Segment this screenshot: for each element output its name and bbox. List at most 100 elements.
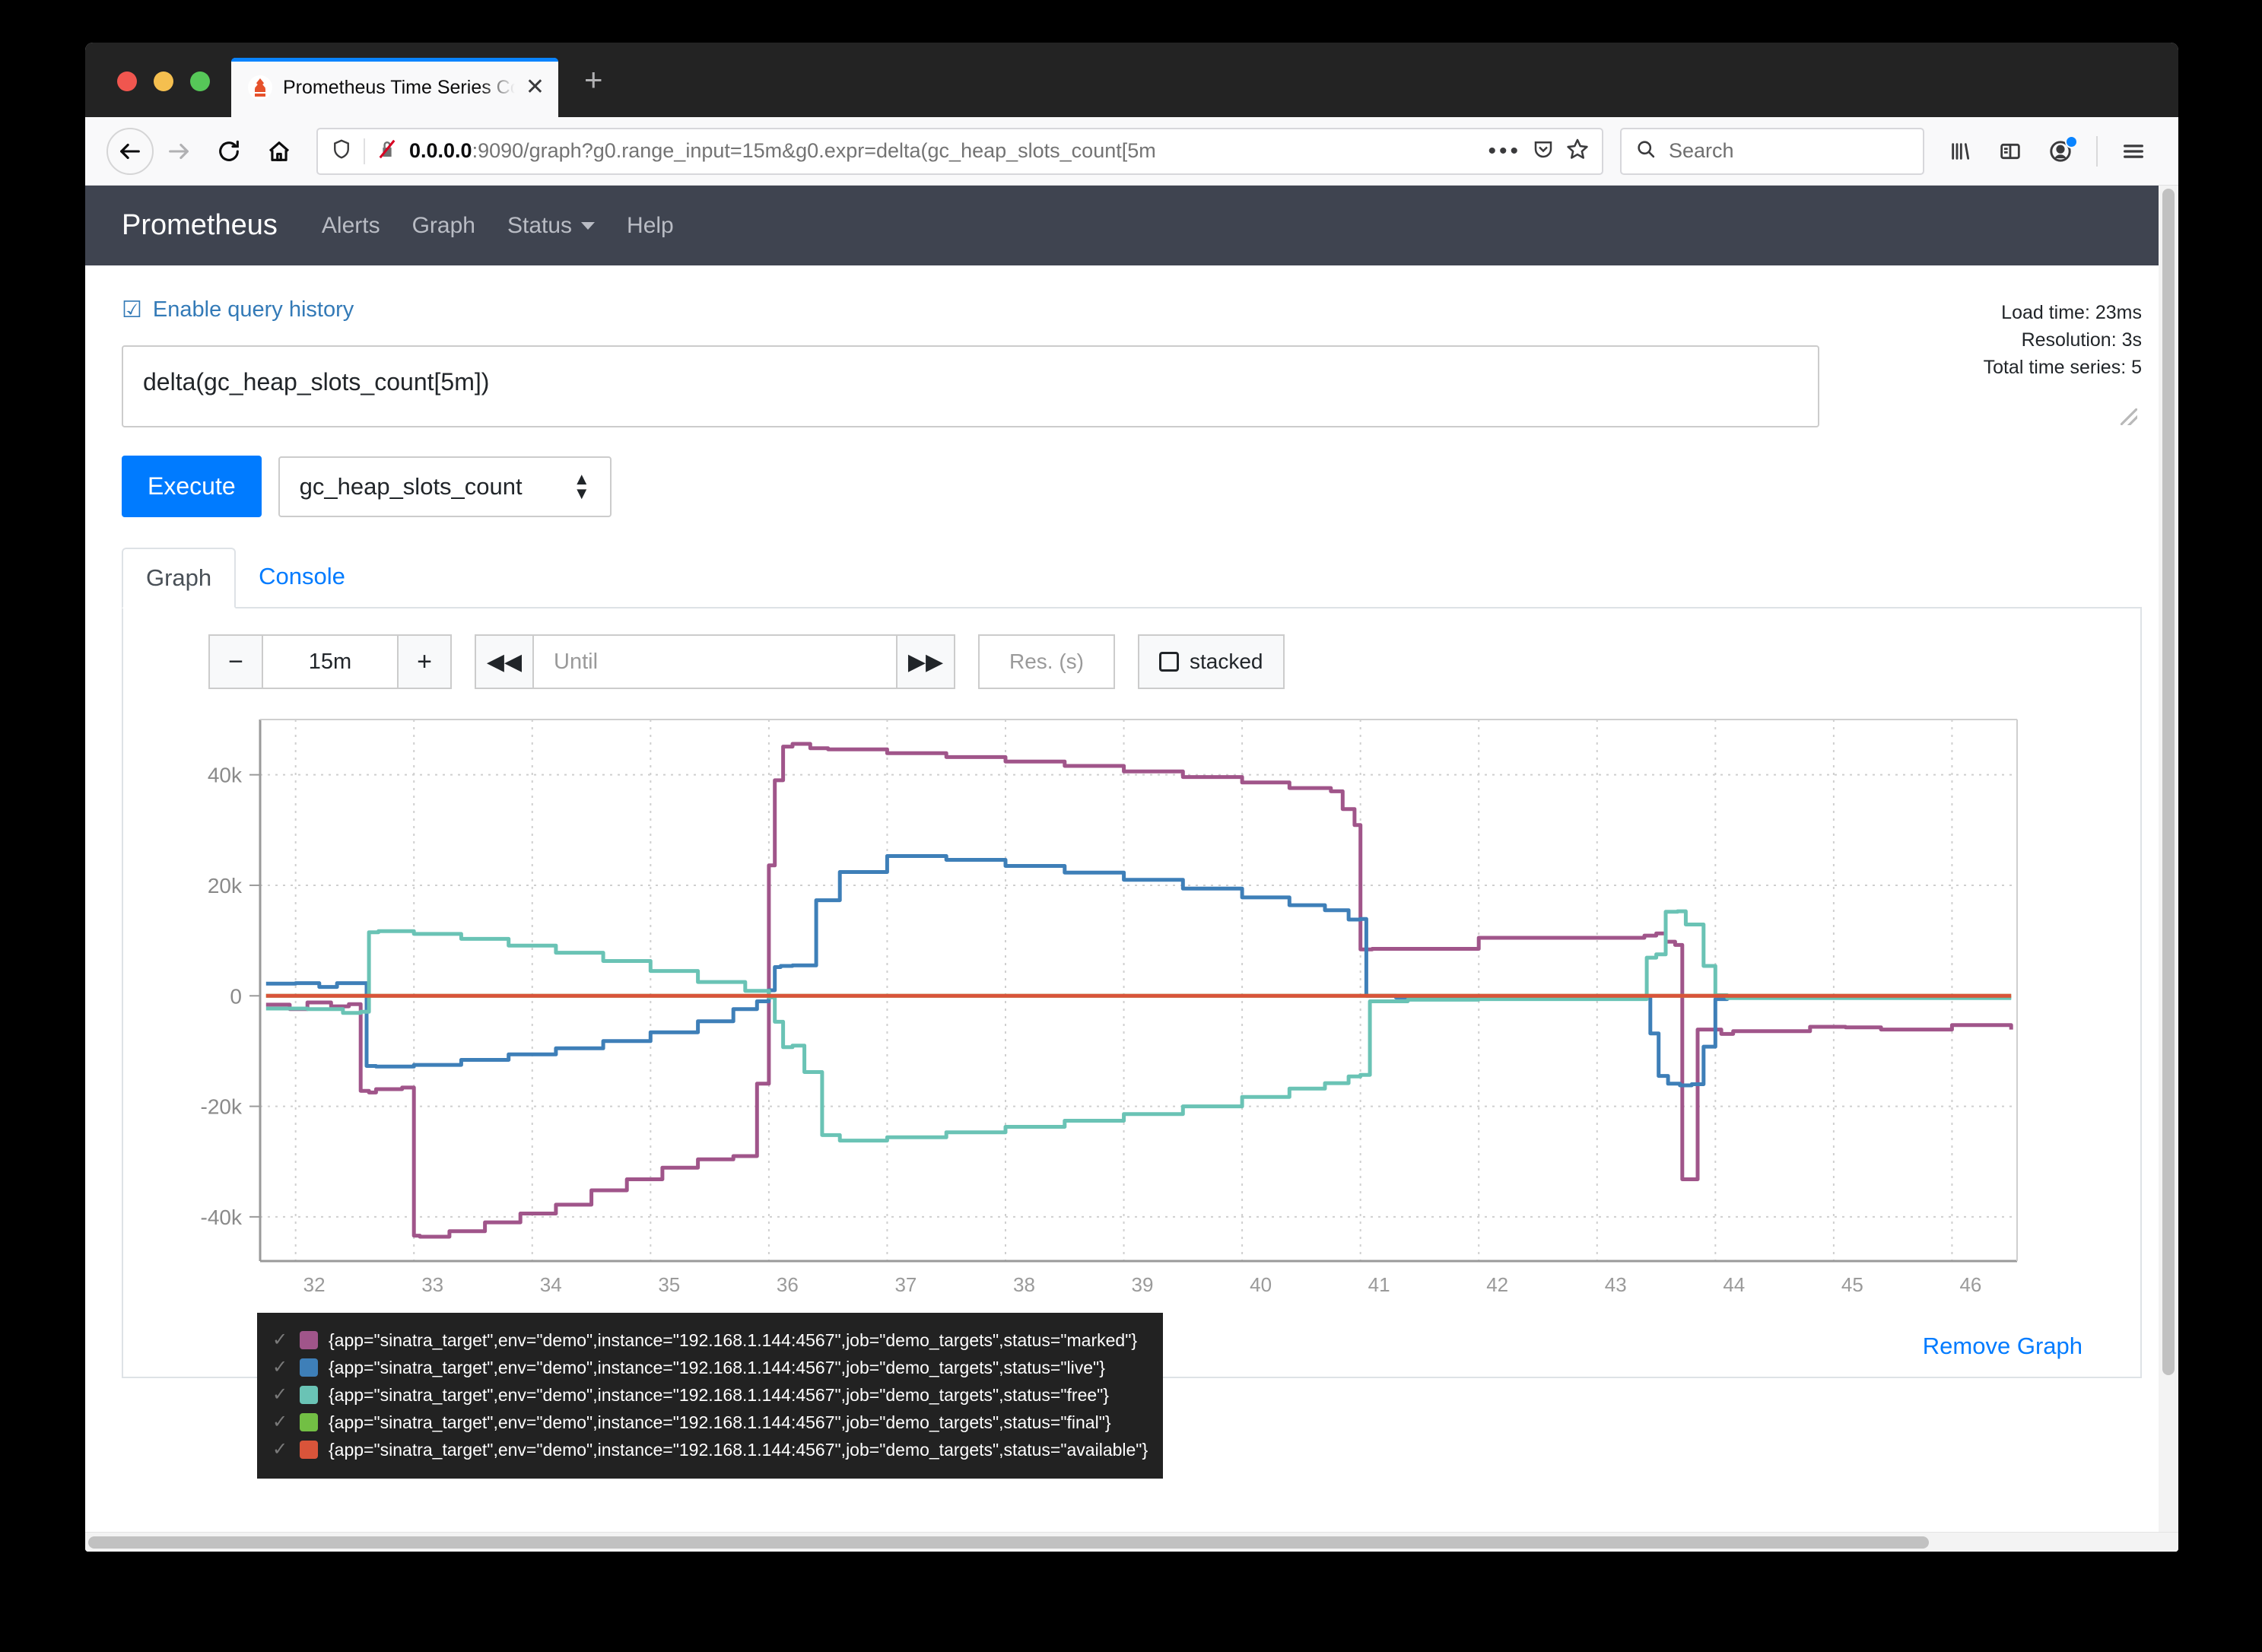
checkbox-unchecked-icon [1159,652,1179,672]
query-history-label: Enable query history [152,297,354,322]
search-icon [1635,138,1657,164]
brand-logo[interactable]: Prometheus [122,209,278,242]
until-input[interactable]: Until [532,634,897,689]
stacked-control: stacked [1138,634,1285,689]
library-icon[interactable] [1936,128,1984,175]
broken-lock-icon[interactable] [376,138,399,164]
nav-item-help[interactable]: Help [627,213,674,239]
x-axis-tick-label: 35 [658,1273,680,1296]
browser-tab[interactable]: Prometheus Time Series Collec ✕ [231,58,558,117]
select-spinner-icon: ▲ ▼ [573,469,590,503]
search-bar[interactable]: Search [1620,127,1924,175]
chevron-down-icon [581,221,596,230]
legend-color-swatch [300,1331,318,1349]
home-icon[interactable] [254,126,304,176]
checkbox-checked-icon[interactable]: ☑ [122,298,142,322]
x-axis-tick-label: 41 [1368,1273,1390,1296]
load-time: Load time: 23ms [2001,302,2142,323]
address-bar[interactable]: 0.0.0.0:9090/graph?g0.range_input=15m&g0… [316,127,1603,175]
hamburger-menu-icon[interactable] [2110,128,2157,175]
horizontal-scrollbar[interactable] [85,1532,2178,1552]
star-icon[interactable] [1565,137,1590,165]
execute-button[interactable]: Execute [122,456,262,517]
query-history-toggle[interactable]: ☑ Enable query history [122,297,2142,322]
maximize-window-button[interactable] [190,71,210,91]
step-forward-button[interactable]: ▶▶ [896,634,955,689]
y-axis-tick-label: 40k [208,764,243,787]
time-series-chart[interactable]: 32 33 34 35 36 37 38 39 40 41 42 43 44 45 46 -40k -20k 0 2… [145,712,2031,1320]
graph-panel: − 15m + ◀◀ Until ▶▶ Res. (s) stacked 32 … [122,608,2142,1479]
x-axis-tick-label: 43 [1605,1273,1627,1296]
remove-graph-link[interactable]: Remove Graph [1923,1333,2083,1359]
time-control: ◀◀ Until ▶▶ [475,634,955,689]
nav-item-alerts[interactable]: Alerts [322,213,380,239]
range-increase-button[interactable]: + [397,634,452,689]
resolution-control: Res. (s) [978,634,1115,689]
nav-label: Alerts [321,212,380,238]
ellipsis-icon[interactable]: ••• [1488,139,1521,162]
x-axis-tick-label: 44 [1723,1273,1745,1296]
expression-input[interactable] [122,345,1819,427]
x-axis-tick-label: 46 [1959,1273,1981,1296]
legend-item-free[interactable]: ✓ {app="sinatra_target",env="demo",instan… [272,1381,1148,1409]
stacked-toggle[interactable]: stacked [1138,634,1285,689]
x-axis-tick-label: 37 [894,1273,917,1296]
tab-strip: Prometheus Time Series Collec ✕ + [85,43,2178,117]
toolbar-divider [2096,135,2098,167]
search-input-placeholder[interactable]: Search [1669,139,1734,163]
range-input[interactable]: 15m [262,634,399,689]
legend-item-available[interactable]: ✓ {app="sinatra_target",env="demo",instan… [272,1436,1148,1463]
close-tab-icon[interactable]: ✕ [526,76,545,99]
nav-label: Graph [411,212,475,238]
x-axis-tick-label: 40 [1250,1273,1272,1296]
legend-label: {app="sinatra_target",env="demo",instanc… [329,1439,1148,1460]
execute-row: Execute gc_heap_slots_count ▲ ▼ [122,456,2142,517]
legend-check-icon: ✓ [272,1412,288,1432]
shield-icon[interactable] [330,138,353,164]
url-path: :9090/graph?g0.range_input=15m&g0.expr=d… [472,139,1156,162]
toolbar-end [1924,128,2157,175]
nav-item-graph[interactable]: Graph [412,213,475,239]
legend-check-icon: ✓ [272,1357,288,1377]
prometheus-favicon-icon [248,75,272,100]
vertical-scrollbar[interactable] [2159,186,2178,1532]
tab-title: Prometheus Time Series Collec [283,76,515,98]
reload-icon[interactable] [204,126,254,176]
y-axis-tick-label: 0 [230,984,242,1008]
resolution-input[interactable]: Res. (s) [978,634,1115,689]
minimize-window-button[interactable] [154,71,173,91]
legend-check-icon: ✓ [272,1330,288,1350]
step-backward-button[interactable]: ◀◀ [475,634,534,689]
resize-handle[interactable] [2121,408,2137,425]
legend-item-marked[interactable]: ✓ {app="sinatra_target",env="demo",instan… [272,1326,1148,1354]
legend-item-live[interactable]: ✓ {app="sinatra_target",env="demo",instan… [272,1354,1148,1381]
legend-color-swatch [300,1413,318,1431]
query-stats: Load time: 23ms Resolution: 3s Total tim… [1984,299,2142,381]
browser-window: Prometheus Time Series Collec ✕ + 0.0.0.… [85,43,2178,1552]
x-axis-tick-label: 34 [540,1273,562,1296]
sidebar-icon[interactable] [1987,128,2034,175]
tab-console[interactable]: Console [236,548,368,608]
metric-select-value: gc_heap_slots_count [299,472,523,500]
new-tab-button[interactable]: + [558,64,629,117]
nav-label: Status [507,212,573,238]
legend-item-final[interactable]: ✓ {app="sinatra_target",env="demo",instan… [272,1409,1148,1436]
url-text[interactable]: 0.0.0.0:9090/graph?g0.range_input=15m&g0… [409,139,1477,163]
account-icon[interactable] [2037,128,2084,175]
x-axis-tick-label: 45 [1841,1273,1863,1296]
nav-item-status[interactable]: Status [507,212,596,239]
legend-color-swatch [300,1358,318,1377]
forward-arrow-icon [154,126,204,176]
back-arrow-icon[interactable] [106,127,154,175]
close-window-button[interactable] [117,71,137,91]
pocket-icon[interactable] [1532,138,1555,164]
tab-graph[interactable]: Graph [122,548,237,608]
range-decrease-button[interactable]: − [208,634,263,689]
x-axis-tick-label: 36 [777,1273,799,1296]
page-content: Prometheus Alerts Graph Status Help ☑ En… [85,186,2178,1552]
vertical-scrollbar-thumb[interactable] [2162,189,2175,1375]
horizontal-scrollbar-thumb[interactable] [88,1536,1929,1549]
legend-color-swatch [300,1441,318,1459]
graph-controls: − 15m + ◀◀ Until ▶▶ Res. (s) stacked [145,634,2119,689]
metric-select[interactable]: gc_heap_slots_count ▲ ▼ [278,456,612,517]
